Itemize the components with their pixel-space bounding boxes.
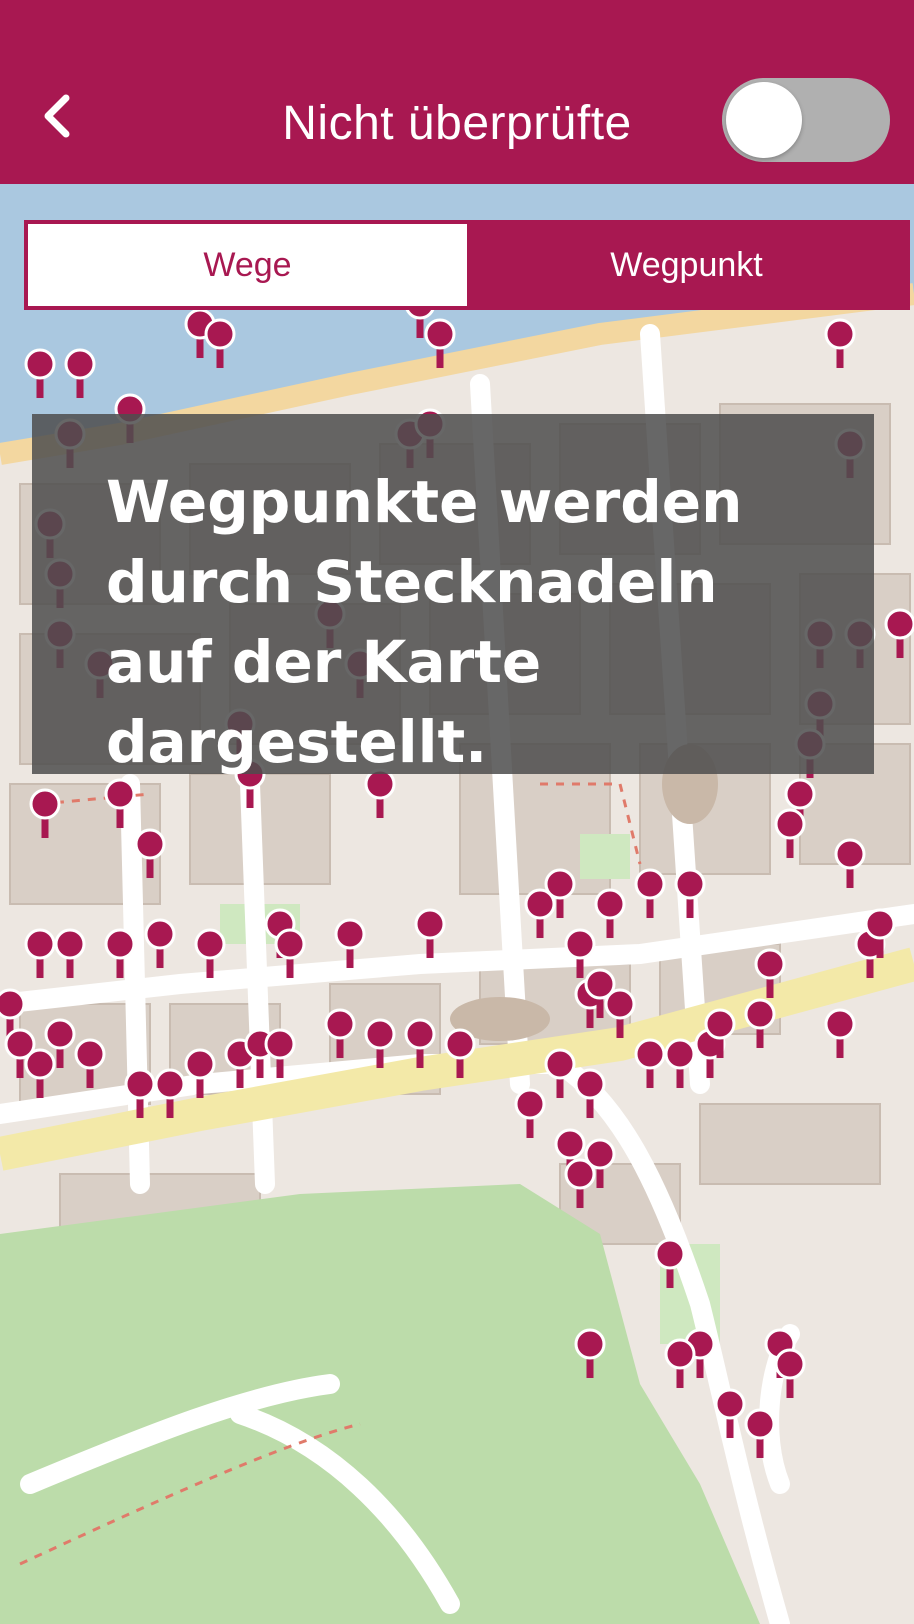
tab-wegpunkt[interactable]: Wegpunkt — [467, 224, 906, 306]
map-pin[interactable] — [544, 1048, 576, 1080]
app-header: Nicht überprüfte — [0, 0, 914, 184]
map-pin[interactable] — [704, 1008, 736, 1040]
map-pin[interactable] — [64, 348, 96, 380]
map-pin[interactable] — [824, 1008, 856, 1040]
map-pin[interactable] — [44, 1018, 76, 1050]
map-pin[interactable] — [824, 318, 856, 350]
map-pin[interactable] — [884, 608, 914, 640]
map-pin[interactable] — [0, 988, 26, 1020]
map-pin[interactable] — [29, 788, 61, 820]
map-pin[interactable] — [664, 1338, 696, 1370]
map-canvas — [0, 184, 914, 1624]
map-pin[interactable] — [24, 348, 56, 380]
map-pin[interactable] — [664, 1038, 696, 1070]
map-pin[interactable] — [334, 918, 366, 950]
map-pin[interactable] — [574, 1328, 606, 1360]
map-pin[interactable] — [324, 1008, 356, 1040]
map-pin[interactable] — [104, 778, 136, 810]
map-pin[interactable] — [264, 1028, 296, 1060]
map-pin[interactable] — [654, 1238, 686, 1270]
map-pin[interactable] — [564, 928, 596, 960]
map-pin[interactable] — [634, 1038, 666, 1070]
map-pin[interactable] — [24, 928, 56, 960]
map-pin[interactable] — [754, 948, 786, 980]
map-pin[interactable] — [124, 1068, 156, 1100]
map-pin[interactable] — [194, 928, 226, 960]
toggle-knob — [726, 82, 802, 158]
map-pin[interactable] — [714, 1388, 746, 1420]
info-message: Wegpunkte werden durch Stecknadeln auf d… — [106, 468, 743, 776]
map-pin[interactable] — [774, 1348, 806, 1380]
tab-wege[interactable]: Wege — [28, 224, 467, 306]
map-pin[interactable] — [74, 1038, 106, 1070]
map-pin[interactable] — [554, 1128, 586, 1160]
map-pin[interactable] — [104, 928, 136, 960]
map-pin[interactable] — [404, 1018, 436, 1050]
map-pin[interactable] — [134, 828, 166, 860]
map-pin[interactable] — [744, 998, 776, 1030]
map-pin[interactable] — [514, 1088, 546, 1120]
map-pin[interactable] — [594, 888, 626, 920]
map-pin[interactable] — [204, 318, 236, 350]
map-pin[interactable] — [444, 1028, 476, 1060]
map-pin[interactable] — [574, 1068, 606, 1100]
map-pin[interactable] — [634, 868, 666, 900]
map-pin[interactable] — [774, 808, 806, 840]
map-pin[interactable] — [834, 838, 866, 870]
info-overlay[interactable]: Wegpunkte werden durch Stecknadeln auf d… — [32, 414, 874, 776]
map-pin[interactable] — [154, 1068, 186, 1100]
map-view[interactable] — [0, 184, 914, 1624]
map-pin[interactable] — [54, 928, 86, 960]
map-pin[interactable] — [864, 908, 896, 940]
map-pin[interactable] — [144, 918, 176, 950]
map-pin[interactable] — [744, 1408, 776, 1440]
map-pin[interactable] — [784, 778, 816, 810]
map-pin[interactable] — [544, 868, 576, 900]
map-pin[interactable] — [184, 1048, 216, 1080]
tab-bar: Wege Wegpunkt — [24, 220, 910, 310]
map-pin[interactable] — [414, 908, 446, 940]
filter-toggle[interactable] — [722, 78, 890, 162]
map-pin[interactable] — [584, 1138, 616, 1170]
map-pin[interactable] — [24, 1048, 56, 1080]
map-pin[interactable] — [274, 928, 306, 960]
map-pin[interactable] — [424, 318, 456, 350]
map-pin[interactable] — [364, 1018, 396, 1050]
map-pin[interactable] — [674, 868, 706, 900]
map-pin[interactable] — [584, 968, 616, 1000]
